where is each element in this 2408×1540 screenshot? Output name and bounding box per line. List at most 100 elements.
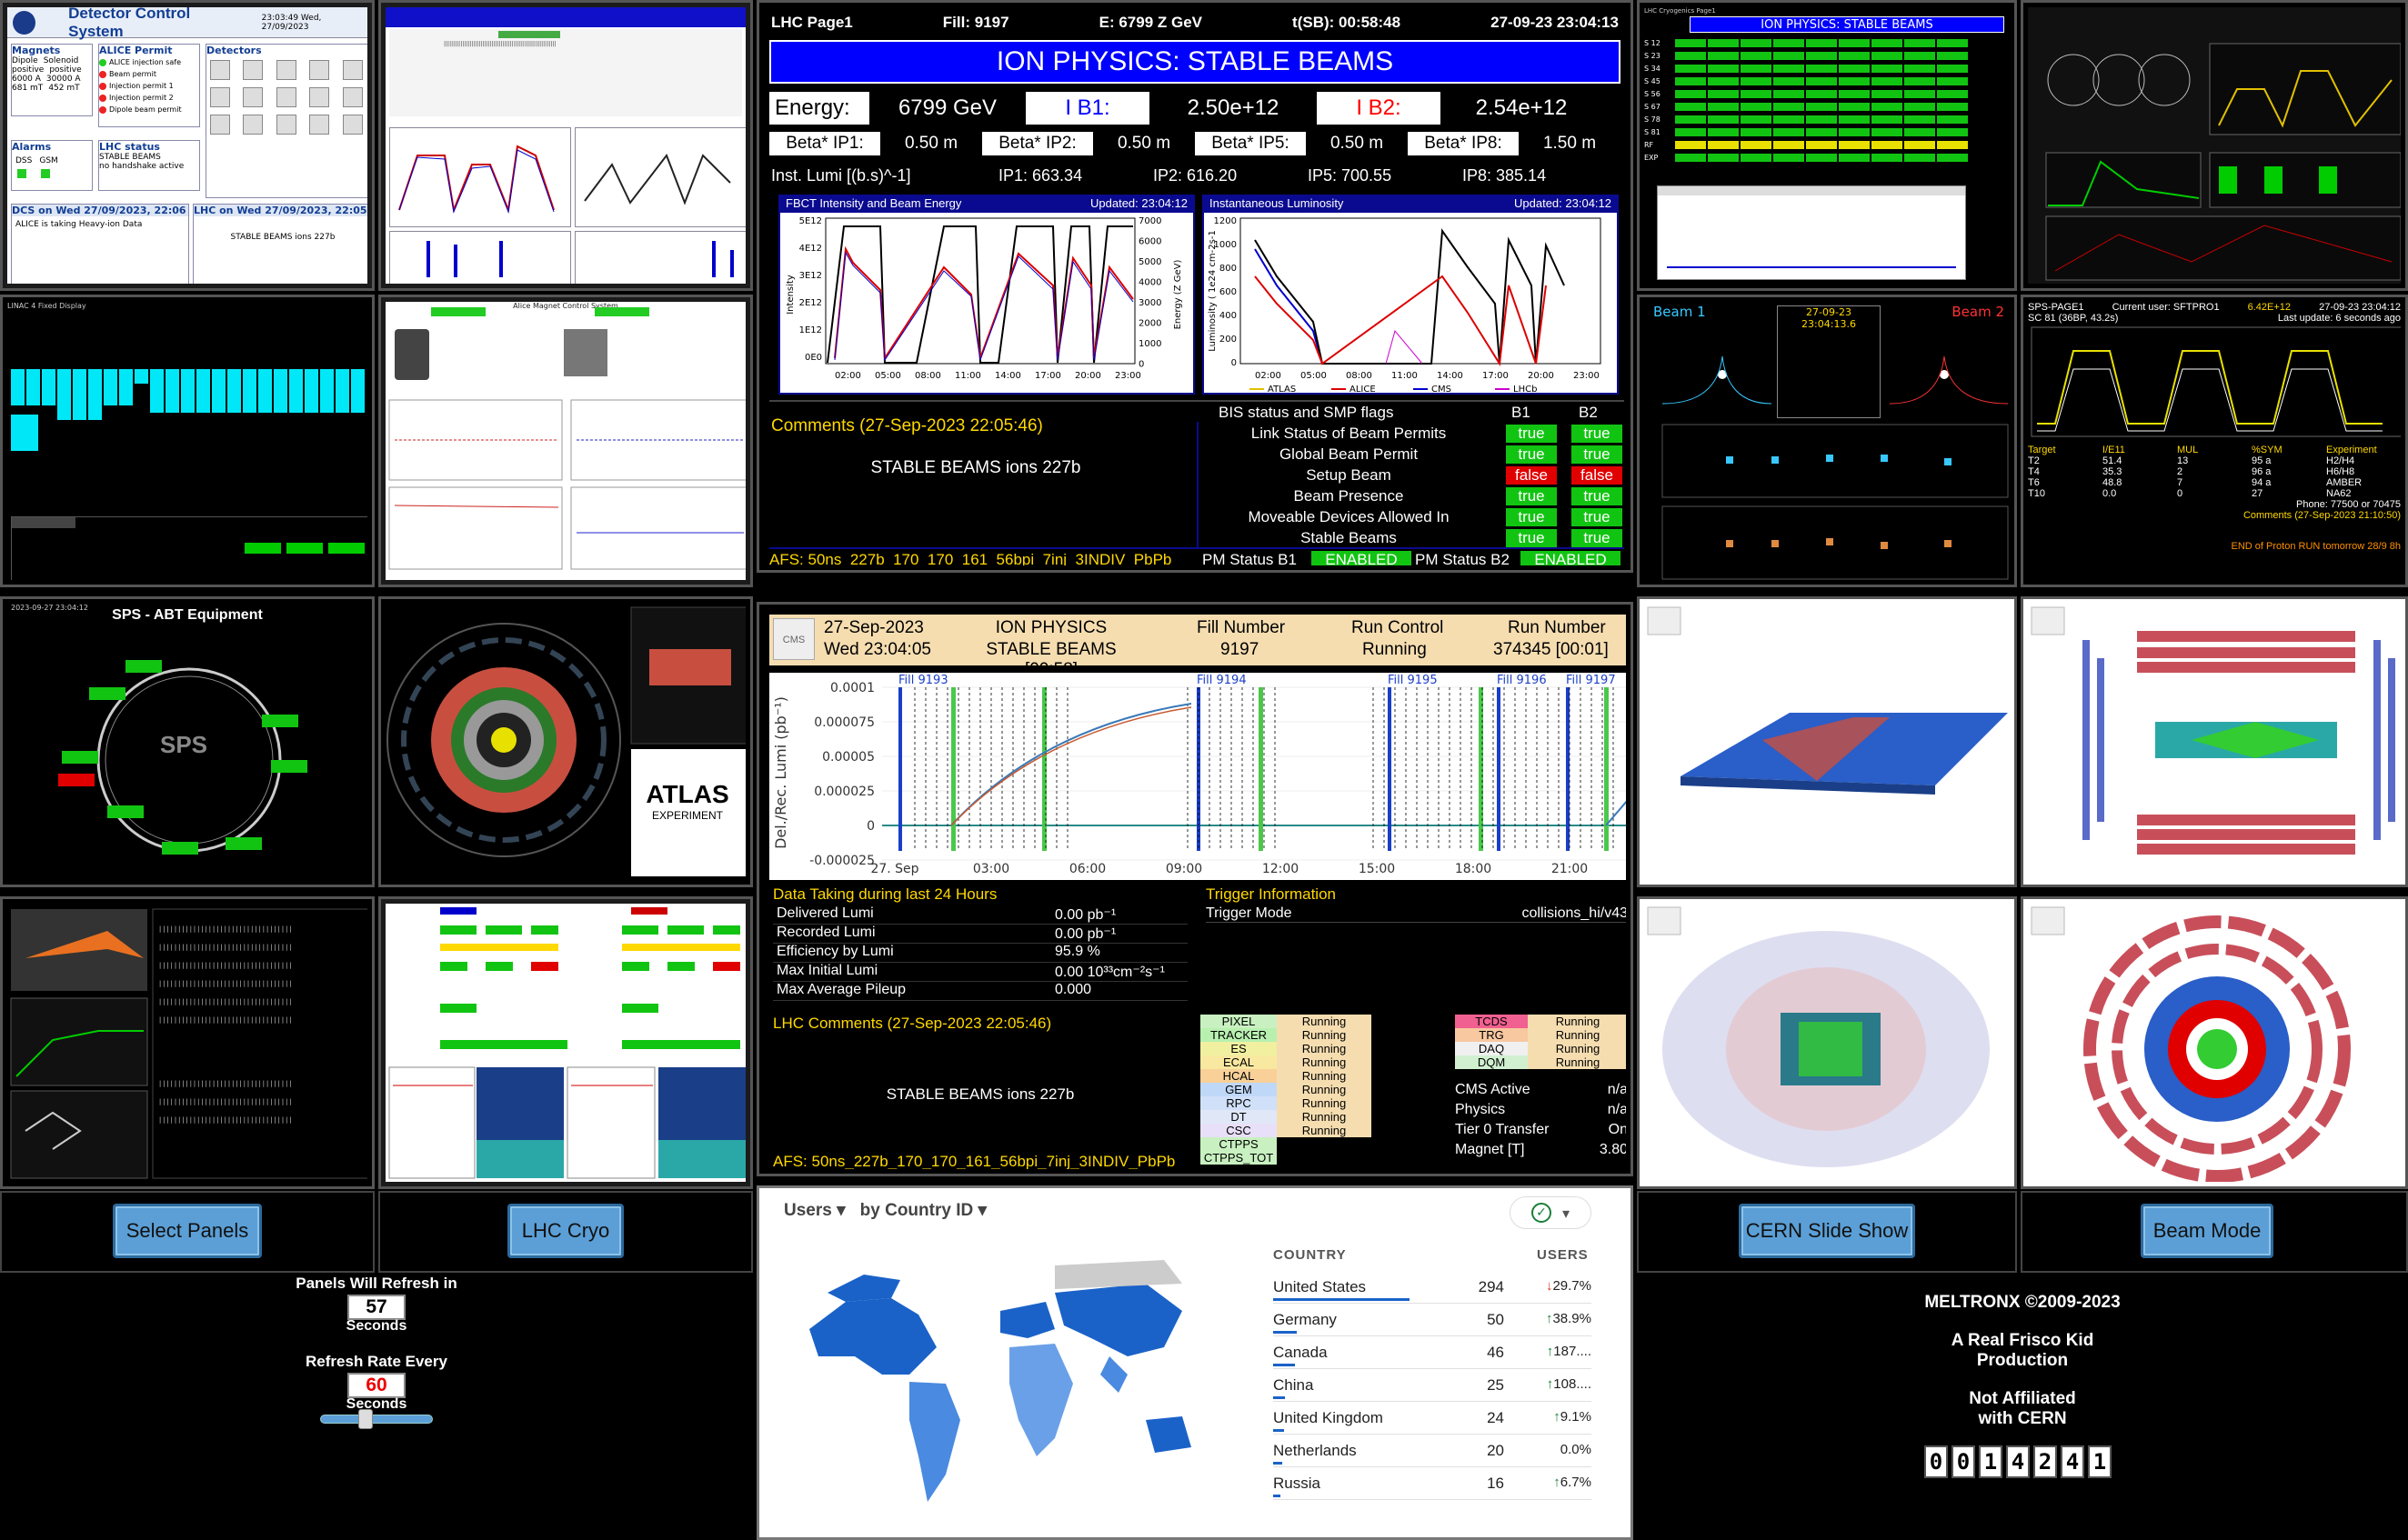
cryo-panel[interactable]: LHC Cryogenics Page1 ION PHYSICS: STABLE… xyxy=(1637,0,2017,291)
analytics-bar xyxy=(1273,1495,1281,1497)
fbct-y2tick: 5000 xyxy=(1139,257,1161,267)
cms-dt-value: 0.00 pb⁻¹ xyxy=(1055,926,1117,942)
cms-subsystem-state: Running xyxy=(1528,1015,1626,1028)
lhc-beam-dump-panel[interactable] xyxy=(378,896,753,1189)
cryo-row-label: S 78 xyxy=(1644,115,1661,124)
cms-subsystem-state: Running xyxy=(1277,1042,1371,1055)
analytics-status-button[interactable]: ✓ ▾ xyxy=(1510,1196,1591,1229)
atlas-panel[interactable]: ATLAS EXPERIMENT xyxy=(378,596,753,887)
cms-event-display-4[interactable] xyxy=(2021,896,2408,1189)
cryo-cell xyxy=(1871,102,1902,111)
beam-camera-panel[interactable]: Beam 1 Beam 2 27-09-23 23:04:13.6 xyxy=(1637,295,2017,587)
cms-event-display-1[interactable] xyxy=(1637,596,2017,887)
sps-abt-panel[interactable]: 2023-09-27 23:04:12 SPS - ABT Equipment … xyxy=(0,596,375,887)
cms-subsystem-row: DAQ Running xyxy=(1455,1042,1626,1055)
cryo-cell xyxy=(1741,89,1771,98)
cms-subsystem-name: TCDS xyxy=(1455,1015,1528,1028)
analytics-users: 294 xyxy=(1478,1278,1504,1295)
lhc-cryo-button[interactable]: LHC Cryo xyxy=(507,1204,624,1258)
cms-xtick: 12:00 xyxy=(1262,862,1299,876)
cms-comments-heading: LHC Comments (27-Sep-2023 22:05:46) xyxy=(773,1015,1052,1032)
cms-subsystem-row: TCDS Running xyxy=(1455,1015,1626,1028)
lhc-page1-panel[interactable]: LHC Page1 Fill: 9197 E: 6799 Z GeV t(SB)… xyxy=(757,0,1633,573)
cryo-cell xyxy=(1904,51,1935,60)
detector-cell xyxy=(243,87,264,107)
analytics-users: 25 xyxy=(1487,1376,1504,1394)
refresh-rate-unit: Seconds xyxy=(346,1396,407,1412)
injection-scheme-panel[interactable] xyxy=(2021,0,2408,291)
cryo-cell xyxy=(1675,76,1706,85)
analytics-row: United Kingdom 24 ↑9.1% xyxy=(1273,1402,1591,1435)
lumi-label: Inst. Lumi [(b.s)^-1] xyxy=(771,165,911,185)
cms-subsystem-name: PIXEL xyxy=(1200,1015,1277,1028)
cms-info-label: CMS Active xyxy=(1455,1082,1530,1097)
dss-label: DSS xyxy=(15,156,33,165)
refresh-rate-slider-track[interactable] xyxy=(320,1415,433,1424)
cryo-cell xyxy=(1741,64,1771,73)
cms-event-display-2[interactable] xyxy=(2021,596,2408,887)
cryo-row: EXP xyxy=(1644,151,2010,164)
analytics-dimension-dropdown[interactable]: by Country ID ▾ xyxy=(860,1200,987,1221)
sps-table-row: T10 0.0 0 27 NA62 xyxy=(2028,488,2401,499)
beam-mode-button[interactable]: Beam Mode xyxy=(2141,1204,2273,1258)
cms-fill-label: Fill Number xyxy=(1197,618,1286,637)
sps-table-header: Target I/E11 MUL %SYM Experiment xyxy=(2028,445,2401,455)
lhc-message: STABLE BEAMS ions 227b xyxy=(230,233,336,242)
linac-bar xyxy=(212,369,226,413)
counter-digit: 4 xyxy=(2006,1445,2030,1478)
counter-digit: 1 xyxy=(2088,1445,2112,1478)
cms-xtick: 15:00 xyxy=(1359,862,1395,876)
cryo-cell xyxy=(1708,76,1739,85)
inst-lumi-updated: Updated: 23:04:12 xyxy=(1514,196,1611,210)
bis-flag-row: Global Beam Permit true true xyxy=(1200,445,1624,465)
analytics-change: ↓29.7% xyxy=(1513,1278,1591,1294)
analytics-panel[interactable]: Users ▾ by Country ID ▾ ✓ ▾ COUNTRY USER… xyxy=(757,1185,1633,1540)
refresh-rate-slider-thumb[interactable] xyxy=(358,1409,373,1429)
beam1-label: Beam 1 xyxy=(1653,304,1706,320)
refresh-rate-value[interactable]: 60 xyxy=(347,1373,406,1398)
bis-flag-name: Link Status of Beam Permits xyxy=(1250,425,1447,442)
sps-cell: 96 a xyxy=(2252,466,2272,477)
cms-subsystem-state: Running xyxy=(1277,1096,1371,1110)
select-panels-button[interactable]: Select Panels xyxy=(113,1204,262,1258)
dss-led xyxy=(17,169,26,178)
cms-page-panel[interactable]: CMS 27-Sep-2023 Wed 23:04:05 ION PHYSICS… xyxy=(757,602,1633,1176)
cms-fill-marker xyxy=(1497,687,1500,851)
analytics-row: Canada 46 ↑187.... xyxy=(1273,1336,1591,1369)
beam-cam-time: 23:04:13.6 xyxy=(1801,318,1856,330)
alice-magnet-panel[interactable]: Alice Magnet Control System xyxy=(378,295,753,587)
cms-fill-marker xyxy=(1566,687,1570,851)
cryo-cell xyxy=(1675,115,1706,124)
cms-lumi-chart: Del./Rec. Lumi (pb⁻¹) 0.0001 0.000075 0.000… xyxy=(769,673,1626,880)
permit-label: ALICE injection safe xyxy=(109,58,181,66)
lhc-lumi-panel[interactable]: ||||||||||||||||||||||||||||||||||||||||… xyxy=(378,0,753,291)
cms-subsystem-state: Running xyxy=(1277,1028,1371,1042)
sps-cell: 0 xyxy=(2177,488,2183,499)
cryo-cell xyxy=(1839,64,1870,73)
dcs-panel[interactable]: Detector Control System 23:03:49 Wed, 27… xyxy=(0,0,375,291)
dipole-current: 6000 A xyxy=(12,75,41,84)
cms-event-display-3[interactable] xyxy=(1637,896,2017,1189)
linac-panel[interactable]: LINAC 4 Fixed Display xyxy=(0,295,375,587)
permit-label: Beam permit xyxy=(109,70,156,78)
detector-cell xyxy=(243,115,264,135)
analytics-metric-dropdown[interactable]: Users ▾ xyxy=(784,1200,846,1221)
cryo-mode: ION PHYSICS: STABLE BEAMS xyxy=(1690,16,2004,33)
cms-dt-value: 95.9 % xyxy=(1055,944,1100,959)
cryo-cell xyxy=(1773,38,1804,47)
sps-page1-panel[interactable]: SPS-PAGE1 Current user: SFTPRO1 6.42E+12… xyxy=(2021,295,2408,587)
cms-subsystem-row: HCAL Running xyxy=(1200,1069,1371,1083)
inst-ytick: 1200 xyxy=(1214,216,1237,226)
ad-elena-panel[interactable]: ||||||||||||||||||||||||||||||||||| ||||… xyxy=(0,896,375,1189)
cryo-row-label: S 56 xyxy=(1644,89,1661,98)
permit-row: ALICE injection safe xyxy=(99,56,199,68)
bis-b2-header: B2 xyxy=(1579,404,1598,421)
atlas-logo: ATLAS xyxy=(646,780,729,808)
cryo-cell xyxy=(1871,153,1902,162)
analytics-row: Germany 50 ↑38.9% xyxy=(1273,1304,1591,1336)
fbct-ytick: 2E12 xyxy=(799,298,822,308)
cern-slide-show-button[interactable]: CERN Slide Show xyxy=(1739,1204,1915,1258)
sps-user: Current user: SFTPRO1 xyxy=(2112,302,2220,313)
cms-subsystem-state: Running xyxy=(1528,1055,1626,1069)
sps-cell: T6 xyxy=(2028,477,2040,488)
